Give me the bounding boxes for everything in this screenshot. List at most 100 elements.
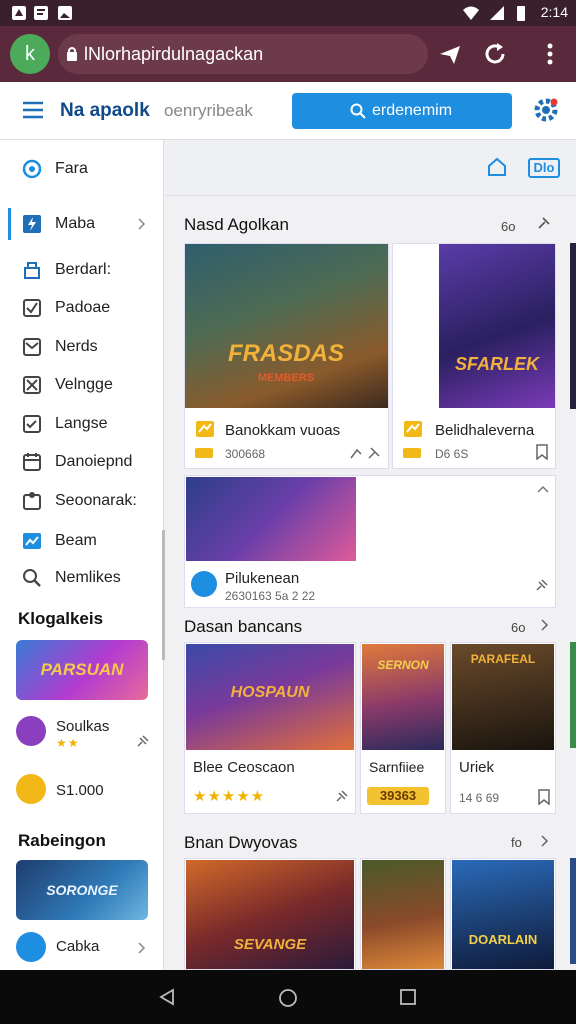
game-card[interactable]: FRASDAS MEMBERS Banokkam vuoas 300668 bbox=[184, 243, 389, 469]
hamburger-menu-icon[interactable] bbox=[22, 101, 44, 119]
game-name: Banokkam vuoas bbox=[225, 422, 341, 439]
settings-gear-icon[interactable] bbox=[532, 96, 560, 124]
game-card[interactable]: SFARLEK Belidhaleverna D6 6S bbox=[392, 243, 556, 469]
recents-icon[interactable] bbox=[400, 989, 416, 1005]
checked-box-icon bbox=[23, 376, 41, 394]
sidebar-scrollbar[interactable] bbox=[162, 530, 165, 660]
sidebar-item-label: Fara bbox=[55, 160, 88, 177]
sidebar-item-berdarl[interactable]: Berdarl: bbox=[0, 253, 162, 287]
sidebar-item-nerds[interactable]: Nerds bbox=[0, 330, 162, 364]
reload-icon[interactable] bbox=[481, 40, 509, 68]
game-name: Belidhaleverna bbox=[435, 422, 535, 439]
game-card-wide[interactable]: Pilukenean 2630163 5a 2 22 bbox=[184, 475, 556, 608]
section-count: 6o bbox=[501, 219, 516, 234]
game-card[interactable] bbox=[360, 858, 446, 970]
game-app-icon bbox=[196, 421, 214, 437]
game-app-icon bbox=[191, 571, 217, 597]
game-name: Blee Ceoscaon bbox=[193, 759, 295, 776]
sidebar-item-label: Beam bbox=[55, 532, 97, 549]
game-art-subtitle: MEMBERS bbox=[257, 372, 315, 384]
home-icon[interactable] bbox=[486, 156, 508, 178]
promo-banner[interactable]: SORONGE bbox=[16, 860, 148, 920]
game-card[interactable]: HOSPAUN Blee Ceoscaon ★★★★★ bbox=[184, 642, 356, 814]
section-count: 6o bbox=[511, 620, 526, 635]
sidebar-item-label: Velngge bbox=[55, 376, 113, 393]
chevron-right-icon[interactable] bbox=[541, 619, 549, 631]
site-icon[interactable]: k bbox=[10, 34, 50, 74]
toolbar-badge-button[interactable]: Dlo bbox=[528, 158, 560, 178]
game-card[interactable]: PARAFEAL Uriek 14 6 69 bbox=[450, 642, 556, 814]
sidebar-app-cabka[interactable]: Cabka bbox=[0, 928, 162, 968]
promo-banner[interactable]: PARSUAN bbox=[16, 640, 148, 700]
sidebar-item-label: Padoae bbox=[55, 299, 111, 316]
game-art: SERNON bbox=[362, 644, 444, 750]
game-name: Sarnfiiee bbox=[369, 759, 425, 775]
section-title: Nasd Agolkan bbox=[184, 215, 289, 234]
game-name: Pilukenean bbox=[225, 570, 300, 587]
sidebar-item-seoonarak[interactable]: Seoonarak: bbox=[0, 484, 162, 518]
game-meta: 39363 bbox=[367, 787, 429, 805]
game-card[interactable]: SEVANGE bbox=[184, 858, 356, 970]
sidebar-app-soulkas[interactable]: Soulkas ★★ bbox=[0, 712, 162, 756]
sidebar-item-velngge[interactable]: Velngge bbox=[0, 368, 162, 402]
flash-icon bbox=[23, 215, 41, 233]
app-avatar bbox=[16, 932, 46, 962]
sidebar-item-label: Berdarl: bbox=[55, 261, 112, 278]
app-name: Cabka bbox=[56, 938, 100, 955]
game-meta: 2630163 5a 2 22 bbox=[225, 589, 316, 603]
tool-icon[interactable] bbox=[537, 216, 551, 230]
pin-icon[interactable] bbox=[535, 578, 549, 592]
search-label: erdenemim bbox=[372, 102, 453, 119]
url-text[interactable]: lNlorhapirdulnagackan bbox=[84, 44, 263, 65]
chevron-up-icon[interactable] bbox=[537, 484, 549, 494]
search-button[interactable]: erdenemim bbox=[292, 93, 512, 129]
game-art-title: HOSPAUN bbox=[230, 684, 310, 701]
sidebar-app-s1000[interactable]: S1.000 bbox=[0, 772, 162, 808]
pin-icon[interactable] bbox=[136, 734, 150, 748]
game-art bbox=[186, 477, 356, 561]
home-button-icon[interactable] bbox=[278, 988, 298, 1008]
app-avatar bbox=[16, 716, 46, 746]
sidebar-item-beam[interactable]: Beam bbox=[0, 524, 162, 558]
check-box-icon bbox=[23, 299, 41, 317]
battery-icon bbox=[517, 6, 525, 21]
game-art: SFARLEK bbox=[439, 244, 555, 408]
calendar-icon bbox=[23, 453, 41, 471]
section-title: Dasan bancans bbox=[184, 617, 303, 636]
game-card[interactable]: DOARLAIN bbox=[450, 858, 556, 970]
back-icon[interactable] bbox=[158, 988, 176, 1006]
sidebar-item-danoiepnd[interactable]: Danoiepnd bbox=[0, 445, 162, 479]
game-art: PARAFEAL bbox=[452, 644, 554, 750]
sidebar-item-fara[interactable]: Fara bbox=[0, 152, 162, 186]
menu-dots-icon[interactable] bbox=[536, 40, 564, 68]
message-icon bbox=[34, 6, 48, 20]
sidebar-item-label: Nemlikes bbox=[55, 569, 121, 586]
price-tag-icon bbox=[195, 448, 213, 458]
game-meta: 14 6 69 bbox=[459, 791, 500, 805]
sidebar-item-langse[interactable]: Langse bbox=[0, 407, 162, 441]
sidebar-item-padoae[interactable]: Padoae bbox=[0, 291, 162, 325]
share-icon[interactable] bbox=[436, 40, 464, 68]
bookmark-icon[interactable] bbox=[535, 444, 549, 460]
game-art: HOSPAUN bbox=[186, 644, 354, 750]
section-count: fo bbox=[511, 835, 522, 850]
game-name: Uriek bbox=[459, 759, 495, 776]
game-art-title: FRASDAS bbox=[227, 340, 344, 367]
clock: 2:14 bbox=[540, 4, 568, 20]
app-avatar bbox=[16, 774, 46, 804]
share-pin-icon[interactable] bbox=[349, 446, 383, 460]
banner-title: PARSUAN bbox=[40, 660, 124, 679]
pin-icon[interactable] bbox=[335, 789, 349, 803]
signal-icon bbox=[490, 6, 504, 20]
game-art bbox=[362, 860, 444, 969]
chevron-right-icon[interactable] bbox=[541, 835, 549, 847]
game-card[interactable]: SERNON Sarnfiiee 39363 bbox=[360, 642, 446, 814]
sidebar-item-nemlikes[interactable]: Nemlikes bbox=[0, 561, 162, 595]
bookmark-icon[interactable] bbox=[537, 789, 551, 805]
game-art-title: SFARLEK bbox=[454, 354, 539, 374]
sidebar-section-heading: Rabeingon bbox=[18, 831, 106, 850]
sidebar-item-label: Nerds bbox=[55, 338, 98, 355]
game-meta: D6 6S bbox=[435, 447, 469, 461]
sidebar-item-maba[interactable]: Maba bbox=[0, 207, 162, 241]
status-bar: 2:14 bbox=[0, 0, 576, 26]
